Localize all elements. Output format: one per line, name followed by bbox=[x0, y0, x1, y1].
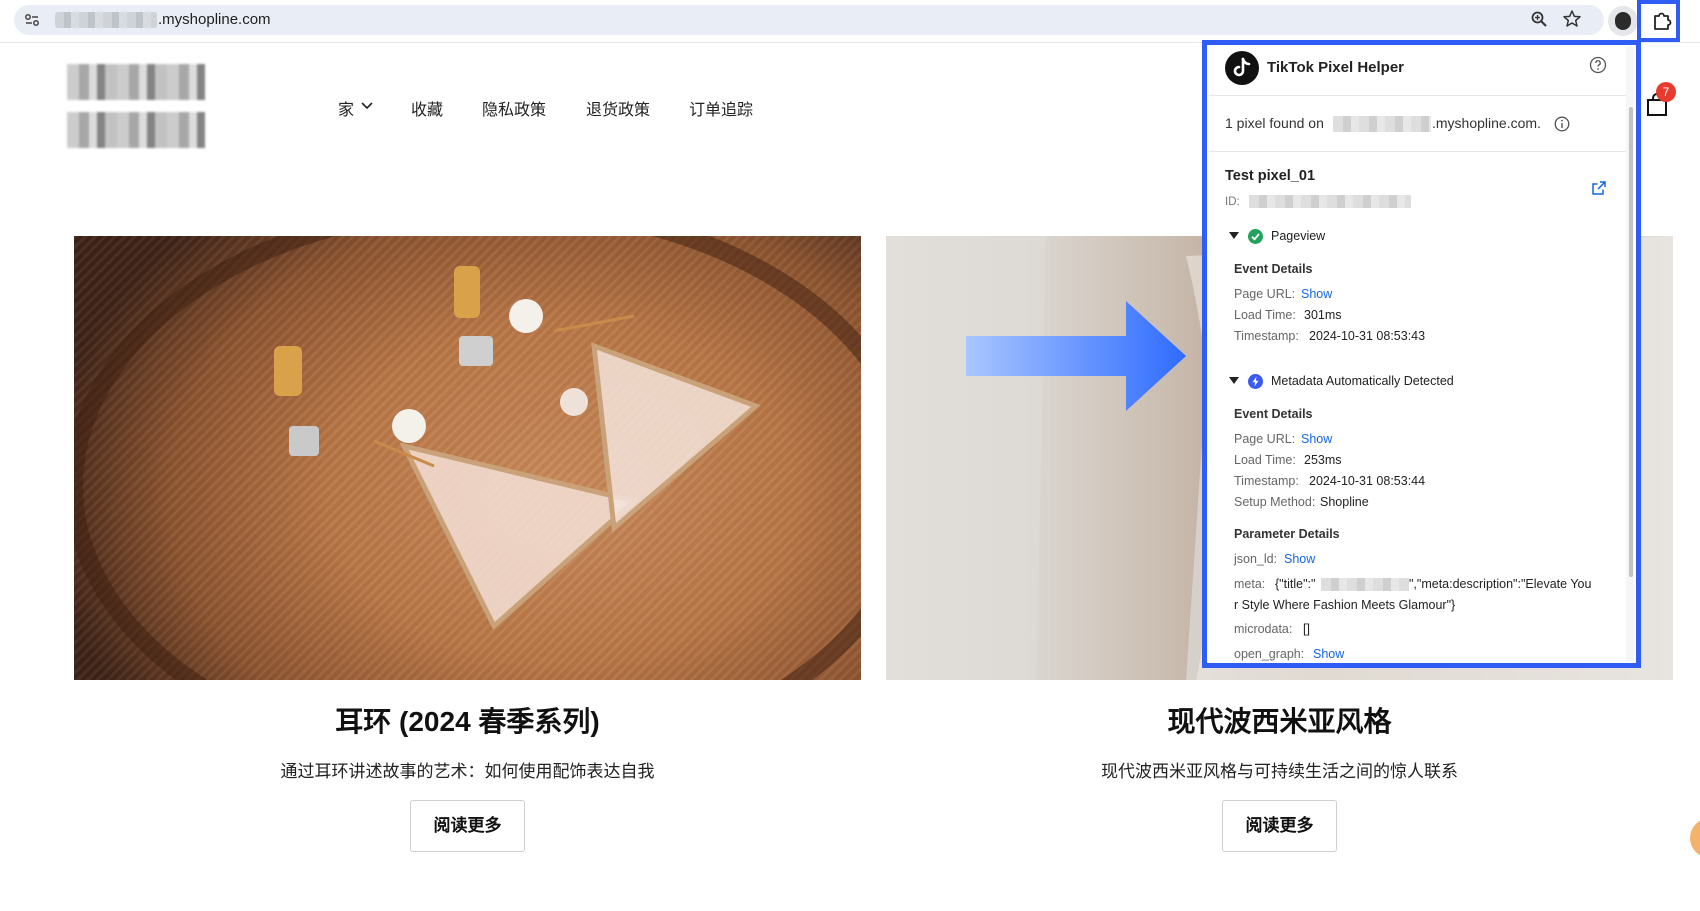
load-time-value: 301ms bbox=[1304, 308, 1342, 322]
blurred-meta-title bbox=[1321, 578, 1409, 591]
timestamp-value: 2024-10-31 08:53:44 bbox=[1309, 474, 1426, 488]
profile-extension-icon[interactable] bbox=[1608, 6, 1638, 36]
meta-value-end: r Style Where Fashion Meets Glamour"} bbox=[1234, 598, 1456, 612]
site-logo-blurred[interactable] bbox=[67, 112, 205, 148]
open-graph-show-link[interactable]: Show bbox=[1313, 647, 1344, 661]
page-url-label: Page URL: bbox=[1234, 287, 1296, 301]
setup-method-value: Shopline bbox=[1320, 495, 1369, 509]
json-ld-label: json_ld: bbox=[1234, 552, 1278, 566]
url-domain[interactable]: .myshopline.com bbox=[158, 11, 271, 28]
meta-value-mid: ","meta:description":"Elevate You bbox=[1409, 577, 1592, 591]
bookmark-star-icon[interactable] bbox=[1562, 9, 1582, 29]
setup-method-label: Setup Method: bbox=[1234, 495, 1316, 509]
meta-label: meta: bbox=[1234, 577, 1266, 591]
event-details-heading: Event Details bbox=[1234, 262, 1313, 276]
timestamp-label: Timestamp: bbox=[1234, 329, 1299, 343]
meta-value-start: {"title":" bbox=[1275, 577, 1316, 591]
site-logo-blurred[interactable] bbox=[67, 64, 205, 100]
read-more-button[interactable]: 阅读更多 bbox=[1222, 800, 1337, 852]
nav-item-home[interactable]: 家 bbox=[338, 96, 354, 120]
blurred-subdomain bbox=[1333, 116, 1431, 132]
card-title[interactable]: 现代波西米亚风格 bbox=[886, 700, 1673, 740]
nav-item-collections[interactable]: 收藏 bbox=[411, 96, 443, 120]
divider bbox=[1209, 95, 1626, 96]
info-icon[interactable] bbox=[1554, 116, 1570, 132]
card-subtitle: 通过耳环讲述故事的艺术：如何使用配饰表达自我 bbox=[280, 762, 655, 781]
success-check-icon bbox=[1248, 229, 1263, 244]
card-title[interactable]: 耳环 (2024 春季系列) bbox=[74, 700, 861, 740]
help-icon[interactable] bbox=[1589, 56, 1607, 74]
chevron-down-icon[interactable] bbox=[361, 101, 373, 111]
open-graph-label: open_graph: bbox=[1234, 647, 1305, 661]
load-time-label: Load Time: bbox=[1234, 308, 1296, 322]
panel-scrollbar-thumb[interactable] bbox=[1629, 107, 1633, 577]
timestamp-label: Timestamp: bbox=[1234, 474, 1299, 488]
product-image-earrings[interactable] bbox=[74, 236, 861, 680]
read-more-button[interactable]: 阅读更多 bbox=[410, 800, 525, 852]
parameter-details-heading: Parameter Details bbox=[1234, 527, 1340, 541]
microdata-value: [] bbox=[1303, 622, 1310, 636]
pixels-found-prefix: 1 pixel found on bbox=[1225, 115, 1324, 131]
timestamp-value: 2024-10-31 08:53:43 bbox=[1309, 329, 1426, 343]
nav-item-order-tracking[interactable]: 订单追踪 bbox=[689, 96, 753, 120]
event-details-heading: Event Details bbox=[1234, 407, 1313, 421]
page-url-show-link[interactable]: Show bbox=[1301, 432, 1332, 446]
zoom-icon[interactable] bbox=[1530, 10, 1548, 28]
browser-toolbar: .myshopline.com bbox=[0, 0, 1700, 43]
collapse-caret-icon[interactable] bbox=[1229, 377, 1239, 385]
collapse-caret-icon[interactable] bbox=[1229, 232, 1239, 240]
pixels-found-domain: .myshopline.com. bbox=[1432, 115, 1541, 131]
event-name[interactable]: Metadata Automatically Detected bbox=[1271, 374, 1454, 388]
microdata-label: microdata: bbox=[1234, 622, 1293, 636]
json-ld-show-link[interactable]: Show bbox=[1284, 552, 1315, 566]
page-url-label: Page URL: bbox=[1234, 432, 1296, 446]
tiktok-pixel-helper-panel: TikTok Pixel Helper 1 pixel found on .my… bbox=[1209, 47, 1634, 661]
load-time-label: Load Time: bbox=[1234, 453, 1296, 467]
cart-count-badge: 7 bbox=[1656, 82, 1676, 102]
page-url-show-link[interactable]: Show bbox=[1301, 287, 1332, 301]
card-subtitle: 现代波西米亚风格与可持续生活之间的惊人联系 bbox=[1101, 762, 1458, 781]
pixel-name: Test pixel_01 bbox=[1225, 168, 1316, 184]
panel-title: TikTok Pixel Helper bbox=[1267, 59, 1404, 76]
load-time-value: 253ms bbox=[1304, 453, 1342, 467]
blurred-pixel-id bbox=[1249, 195, 1411, 208]
event-name[interactable]: Pageview bbox=[1271, 229, 1325, 243]
site-settings-icon[interactable] bbox=[22, 10, 42, 30]
nav-item-privacy[interactable]: 隐私政策 bbox=[482, 96, 546, 120]
extensions-highlight-box bbox=[1637, 0, 1680, 42]
blurred-subdomain bbox=[55, 12, 157, 28]
chat-widget-button[interactable] bbox=[1690, 818, 1700, 858]
bolt-icon bbox=[1248, 374, 1263, 389]
tiktok-logo-icon bbox=[1225, 51, 1259, 85]
pixel-id-label: ID: bbox=[1225, 196, 1240, 208]
divider bbox=[1209, 151, 1626, 152]
nav-item-returns[interactable]: 退货政策 bbox=[586, 96, 650, 120]
external-link-icon[interactable] bbox=[1591, 180, 1607, 196]
